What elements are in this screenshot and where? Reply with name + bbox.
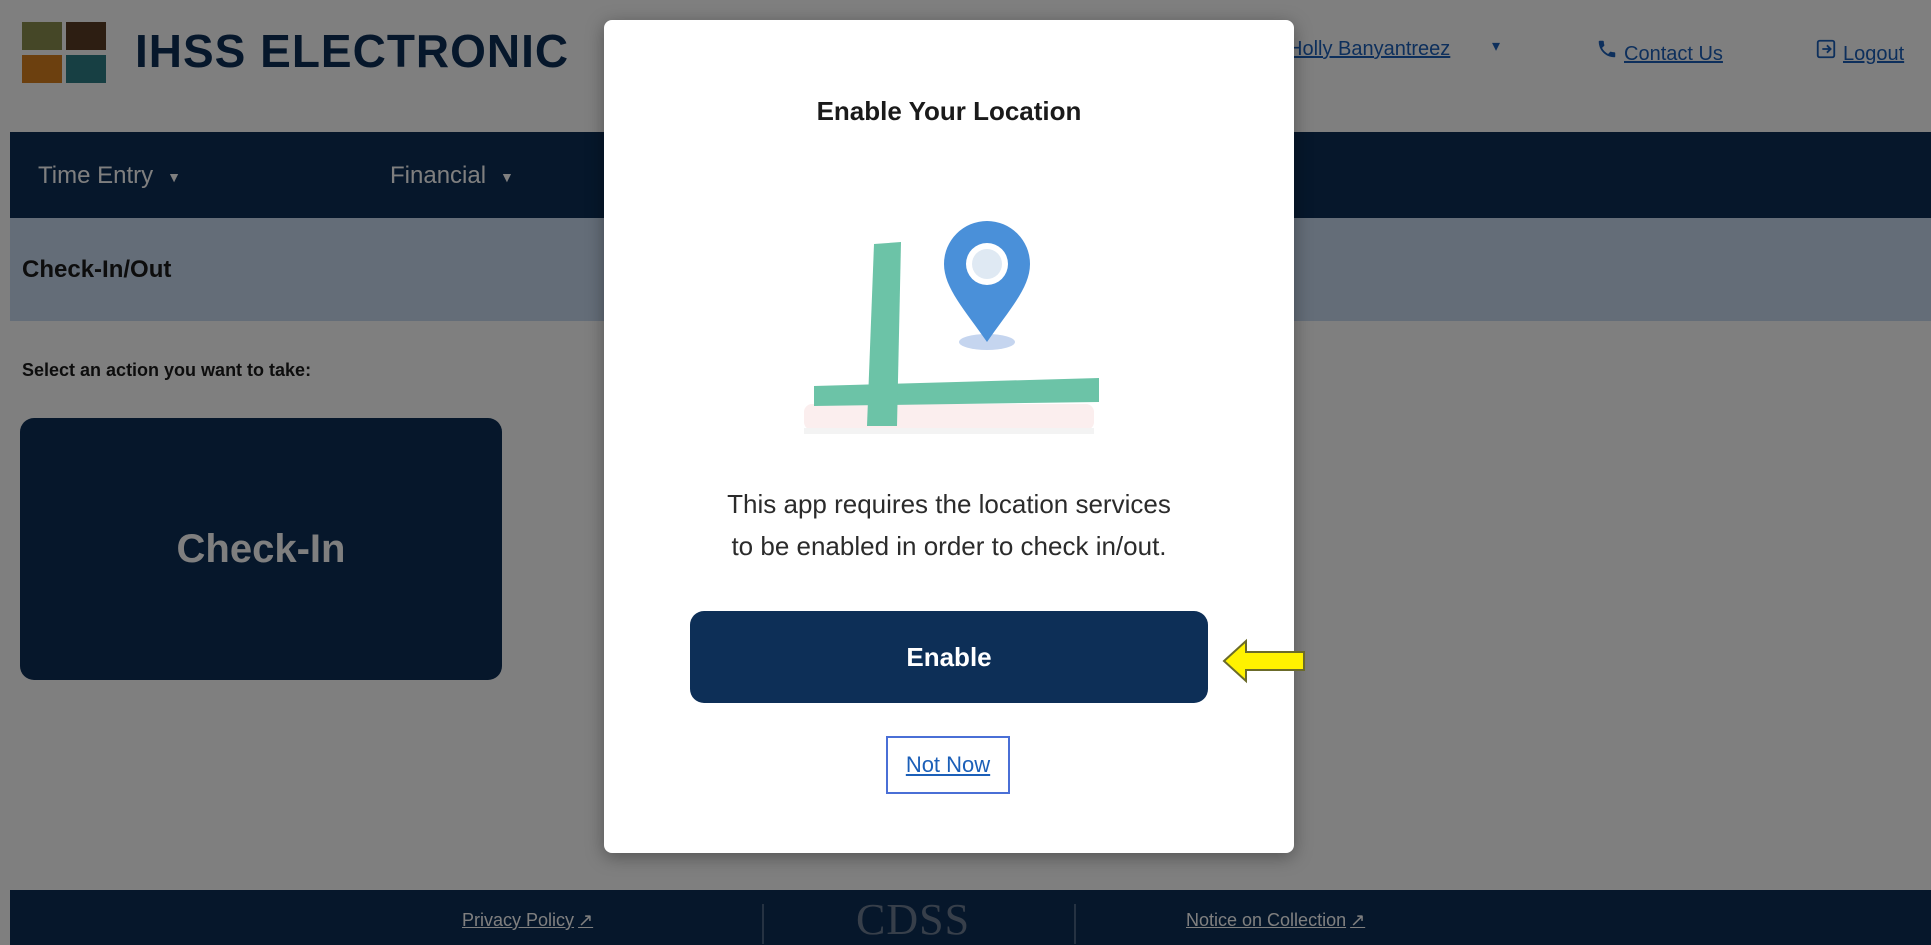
yellow-arrow-icon <box>1222 638 1305 684</box>
dialog-message: This app requires the location services … <box>664 483 1234 567</box>
enable-button[interactable]: Enable <box>690 611 1208 703</box>
map-location-pin-icon <box>804 221 1099 434</box>
not-now-label: Not Now <box>905 752 991 777</box>
dialog-message-line-1: This app requires the location services <box>727 489 1171 519</box>
not-now-button[interactable]: Not Now <box>886 736 1010 794</box>
enable-location-dialog: Enable Your Location This app requires t… <box>604 20 1294 853</box>
dialog-message-line-2: to be enabled in order to check in/out. <box>731 531 1167 561</box>
dialog-title: Enable Your Location <box>816 96 1082 126</box>
